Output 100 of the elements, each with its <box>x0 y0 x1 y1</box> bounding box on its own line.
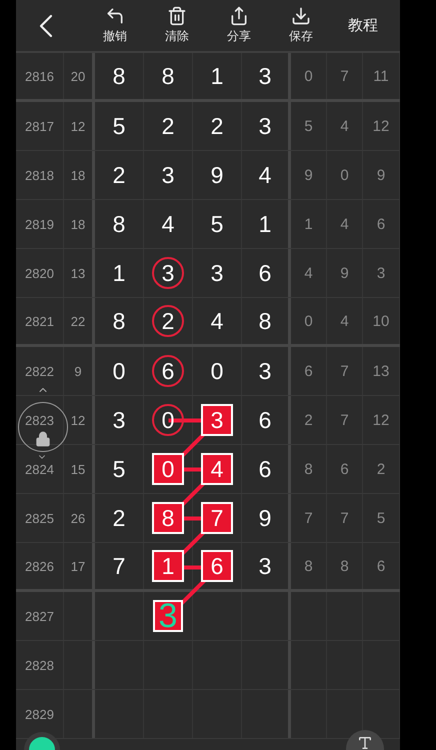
marked-digit[interactable]: 6 <box>201 550 233 582</box>
stat-value: 4 <box>340 312 349 330</box>
circled-digit[interactable]: 6 <box>152 355 184 387</box>
marked-digit[interactable]: 8 <box>152 502 184 534</box>
text-icon <box>357 735 373 750</box>
issue-number: 2826 <box>25 558 54 574</box>
stat-value: 0 <box>304 312 313 330</box>
lock-icon <box>35 431 51 447</box>
stat-value: 6 <box>304 362 313 380</box>
tutorial-button[interactable]: 教程 <box>344 10 382 41</box>
sum-value: 20 <box>70 68 86 84</box>
stat-value: 0 <box>340 166 349 184</box>
stat-value: 5 <box>376 510 386 526</box>
tool-button[interactable]: 撤销 <box>84 6 146 45</box>
tool-label: 分享 <box>227 28 251 45</box>
digit: 3 <box>258 62 272 90</box>
download-icon <box>291 6 311 26</box>
digit: 3 <box>258 358 272 384</box>
digit: 4 <box>162 210 174 238</box>
issue-number: 2822 <box>25 364 54 378</box>
stat-value: 4 <box>304 264 313 282</box>
stat-value: 9 <box>376 166 386 184</box>
stat-value: 12 <box>372 412 390 428</box>
digit: 1 <box>258 210 272 238</box>
digit: 4 <box>210 308 224 334</box>
digit: 7 <box>112 552 126 580</box>
issue-number: 2816 <box>25 68 54 84</box>
issue-number: 2817 <box>25 118 54 134</box>
stat-value: 0 <box>304 68 313 84</box>
sum-value: 18 <box>70 216 86 232</box>
stat-value: 7 <box>340 362 349 380</box>
share-icon <box>229 6 249 26</box>
digit: 3 <box>258 552 272 580</box>
stat-value: 12 <box>372 118 390 134</box>
undo-icon <box>105 6 125 26</box>
digit: 5 <box>112 456 126 482</box>
digit: 2 <box>112 504 126 532</box>
lock-button[interactable] <box>18 402 68 452</box>
circled-digit[interactable]: 2 <box>152 305 184 337</box>
sum-value: 12 <box>70 118 86 134</box>
digit: 4 <box>258 162 272 188</box>
issue-number: 2823 <box>25 412 54 428</box>
stat-value: 9 <box>304 166 313 184</box>
issue-number: 2820 <box>25 266 54 280</box>
digit: 2 <box>162 112 174 140</box>
issue-number: 2828 <box>25 658 54 672</box>
sum-value: 9 <box>74 364 82 378</box>
digit: 0 <box>112 358 126 384</box>
stat-value: 13 <box>372 362 390 380</box>
stat-value: 11 <box>373 68 389 84</box>
stat-value: 4 <box>340 216 349 232</box>
digit: 9 <box>258 504 272 532</box>
stat-value: 2 <box>304 412 313 428</box>
digit: 9 <box>210 162 224 188</box>
issue-number: 2824 <box>25 462 54 476</box>
digit: 5 <box>112 112 126 140</box>
stat-value: 6 <box>340 460 349 478</box>
circled-digit[interactable]: 3 <box>152 257 184 289</box>
sum-value: 18 <box>70 168 86 182</box>
circled-digit[interactable]: 0 <box>152 404 184 436</box>
digit: 8 <box>162 62 174 90</box>
sum-value: 22 <box>70 314 86 328</box>
digit: 3 <box>210 260 224 286</box>
digit: 3 <box>162 162 174 188</box>
tool-label: 清除 <box>165 28 189 45</box>
tool-button[interactable]: 保存 <box>270 6 332 45</box>
stat-value: 7 <box>340 510 349 526</box>
digit: 1 <box>210 62 224 90</box>
tool-button[interactable]: 清除 <box>146 6 208 45</box>
stat-value: 2 <box>376 460 386 478</box>
stat-value: 6 <box>376 558 386 574</box>
digit: 6 <box>258 456 272 482</box>
stat-value: 5 <box>304 118 313 134</box>
digit: 6 <box>258 406 272 434</box>
digit: 8 <box>258 308 272 334</box>
digit: 1 <box>112 260 126 286</box>
tool-button[interactable]: 分享 <box>208 6 270 45</box>
sum-value: 15 <box>70 462 86 476</box>
sum-value: 17 <box>70 558 86 574</box>
marked-digit[interactable]: 7 <box>201 502 233 534</box>
digit: 0 <box>210 358 224 384</box>
issue-number: 2827 <box>25 608 54 624</box>
stat-value: 10 <box>372 312 390 330</box>
stat-value: 8 <box>304 460 313 478</box>
stat-value: 1 <box>304 216 313 232</box>
stat-value: 4 <box>340 118 349 134</box>
marked-digit[interactable]: 4 <box>201 453 233 485</box>
marked-digit[interactable]: 3 <box>201 404 233 436</box>
digit: 2 <box>112 162 126 188</box>
digit: 3 <box>258 112 272 140</box>
stat-value: 7 <box>340 68 349 84</box>
issue-number: 2829 <box>25 706 54 722</box>
marked-digit[interactable]: 1 <box>152 550 184 582</box>
issue-number: 2819 <box>25 216 54 232</box>
digit: 3 <box>112 406 126 434</box>
stat-value: 8 <box>340 558 349 574</box>
marked-digit[interactable]: 0 <box>152 453 184 485</box>
sum-value: 26 <box>70 510 86 526</box>
sum-value: 12 <box>70 412 86 428</box>
stat-value: 6 <box>376 216 386 232</box>
